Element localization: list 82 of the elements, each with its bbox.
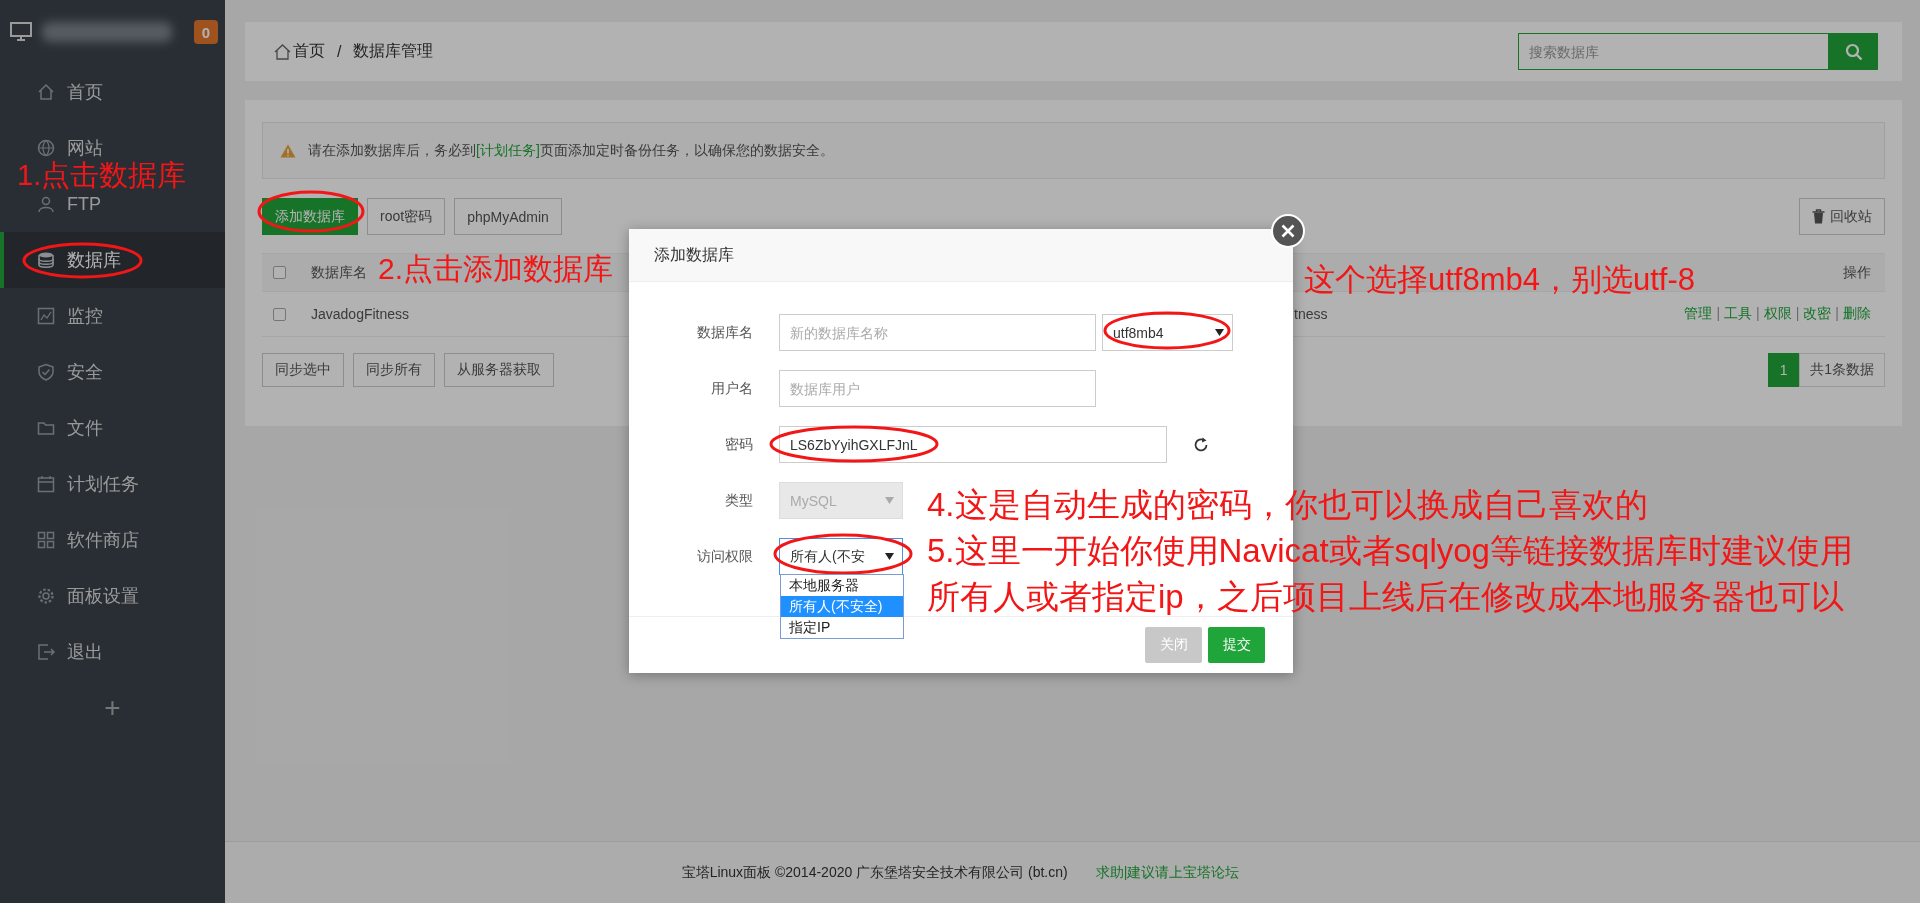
sidebar-item[interactable]: 计划任务: [37, 474, 139, 494]
caret-icon: [1215, 329, 1224, 336]
sidebar-item[interactable]: 文件: [37, 418, 103, 438]
sidebar-item[interactable]: 安全: [37, 362, 103, 382]
annotation-text: 5.这里一开始你使用Navicat或者sqlyog等链接数据库时建议使用: [927, 534, 1853, 567]
calendar-icon: [37, 475, 55, 493]
field-label: 访问权限: [696, 547, 753, 566]
sidebar-item[interactable]: 网站: [37, 138, 103, 158]
notice-text: 请在添加数据库后，务必到[计划任务]页面添加定时备份任务，以确保您的数据安全。: [308, 141, 834, 160]
dropdown-option[interactable]: 所有人(不安全): [781, 596, 903, 617]
close-icon[interactable]: [1271, 214, 1305, 248]
annotation-text: 2.点击添加数据库: [378, 254, 614, 284]
monitor-icon: [10, 22, 32, 42]
warning-icon: [280, 143, 296, 158]
table-cell-text: tness: [1294, 306, 1329, 322]
database-icon: [37, 251, 55, 269]
page-total: 共1条数据: [1799, 353, 1885, 387]
link-separator: |: [1835, 305, 1839, 323]
batch-button[interactable]: 同步所有: [353, 353, 435, 387]
link-separator: |: [1756, 305, 1760, 323]
caret-icon: [885, 553, 894, 560]
action-link[interactable]: 改密: [1803, 305, 1832, 323]
batch-button[interactable]: 同步选中: [262, 353, 344, 387]
search-field[interactable]: 搜索数据库: [1518, 33, 1829, 70]
settings-icon: [37, 587, 55, 605]
sidebar-item[interactable]: 面板设置: [37, 586, 139, 606]
forum-link[interactable]: 求助|建议请上宝塔论坛: [1095, 863, 1240, 882]
action-link[interactable]: 删除: [1843, 305, 1871, 323]
breadcrumb-separator: /: [337, 42, 342, 61]
sidebar-item[interactable]: 首页: [37, 82, 103, 102]
checkbox[interactable]: [273, 307, 286, 321]
dropdown-option[interactable]: 指定IP: [781, 617, 903, 638]
checkbox[interactable]: [273, 266, 286, 279]
copyright-text: 宝塔Linux面板 ©2014-2020 广东堡塔安全技术有限公司 (bt.cn): [681, 863, 1068, 882]
action-link[interactable]: 管理: [1684, 305, 1713, 323]
home-icon: [37, 83, 55, 101]
password-field[interactable]: LS6ZbYyihGXLFJnL: [779, 426, 1167, 463]
link-separator: |: [1716, 305, 1721, 323]
breadcrumb-current: 数据库管理: [353, 41, 434, 61]
link-separator: |: [1795, 305, 1800, 323]
sidebar-item[interactable]: FTP: [37, 194, 101, 214]
chart-icon: [37, 307, 55, 325]
logout-icon: [37, 643, 55, 661]
task-link[interactable]: [计划任务]: [476, 141, 540, 158]
sidebar-item[interactable]: 退出: [37, 642, 103, 662]
sidebar-item[interactable]: 监控: [37, 306, 103, 326]
toolbar-button[interactable]: phpMyAdmin: [454, 198, 562, 235]
input-field[interactable]: 新的数据库名称: [779, 314, 1096, 351]
search-icon: [1844, 42, 1863, 61]
search-button[interactable]: [1829, 33, 1878, 70]
breadcrumb-link[interactable]: 首页: [293, 41, 325, 62]
recycle-bin-button[interactable]: 回收站: [1799, 198, 1885, 235]
dialog-title: 添加数据库: [629, 229, 1293, 282]
dropdown-option[interactable]: 本地服务器: [781, 575, 903, 596]
notification-badge[interactable]: 0: [194, 20, 218, 44]
field-label: 数据库名: [696, 323, 753, 342]
toolbar-button[interactable]: root密码: [367, 198, 446, 235]
shield-icon: [37, 363, 55, 381]
sidebar-item[interactable]: 软件商店: [37, 530, 139, 550]
annotation-text: 这个选择utf8mb4，别选utf-8: [1304, 264, 1696, 295]
field-label: 类型: [724, 491, 753, 510]
column-header: 数据库名: [310, 263, 367, 282]
column-header: 操作: [1843, 263, 1871, 282]
refresh-icon[interactable]: [1193, 436, 1209, 453]
trash-icon: [1812, 209, 1825, 224]
folder-icon: [37, 419, 55, 437]
annotation-text: 1.点击数据库: [17, 161, 187, 190]
home-icon: [274, 43, 291, 60]
caret-icon: [885, 497, 894, 504]
page-button[interactable]: 1: [1768, 353, 1800, 387]
user-icon: [37, 195, 55, 213]
batch-button[interactable]: 从服务器获取: [444, 353, 554, 387]
table-cell-text: JavadogFitness: [310, 306, 411, 322]
action-link[interactable]: 权限: [1763, 305, 1792, 323]
globe-icon: [37, 139, 55, 157]
submit-button[interactable]: 提交: [1208, 627, 1265, 663]
field-label: 用户名: [710, 379, 753, 398]
action-link[interactable]: 工具: [1724, 305, 1753, 323]
field-label: 密码: [724, 435, 753, 454]
add-button[interactable]: +: [104, 694, 121, 722]
apps-icon: [37, 531, 55, 549]
input-field[interactable]: 数据库用户: [779, 370, 1096, 407]
